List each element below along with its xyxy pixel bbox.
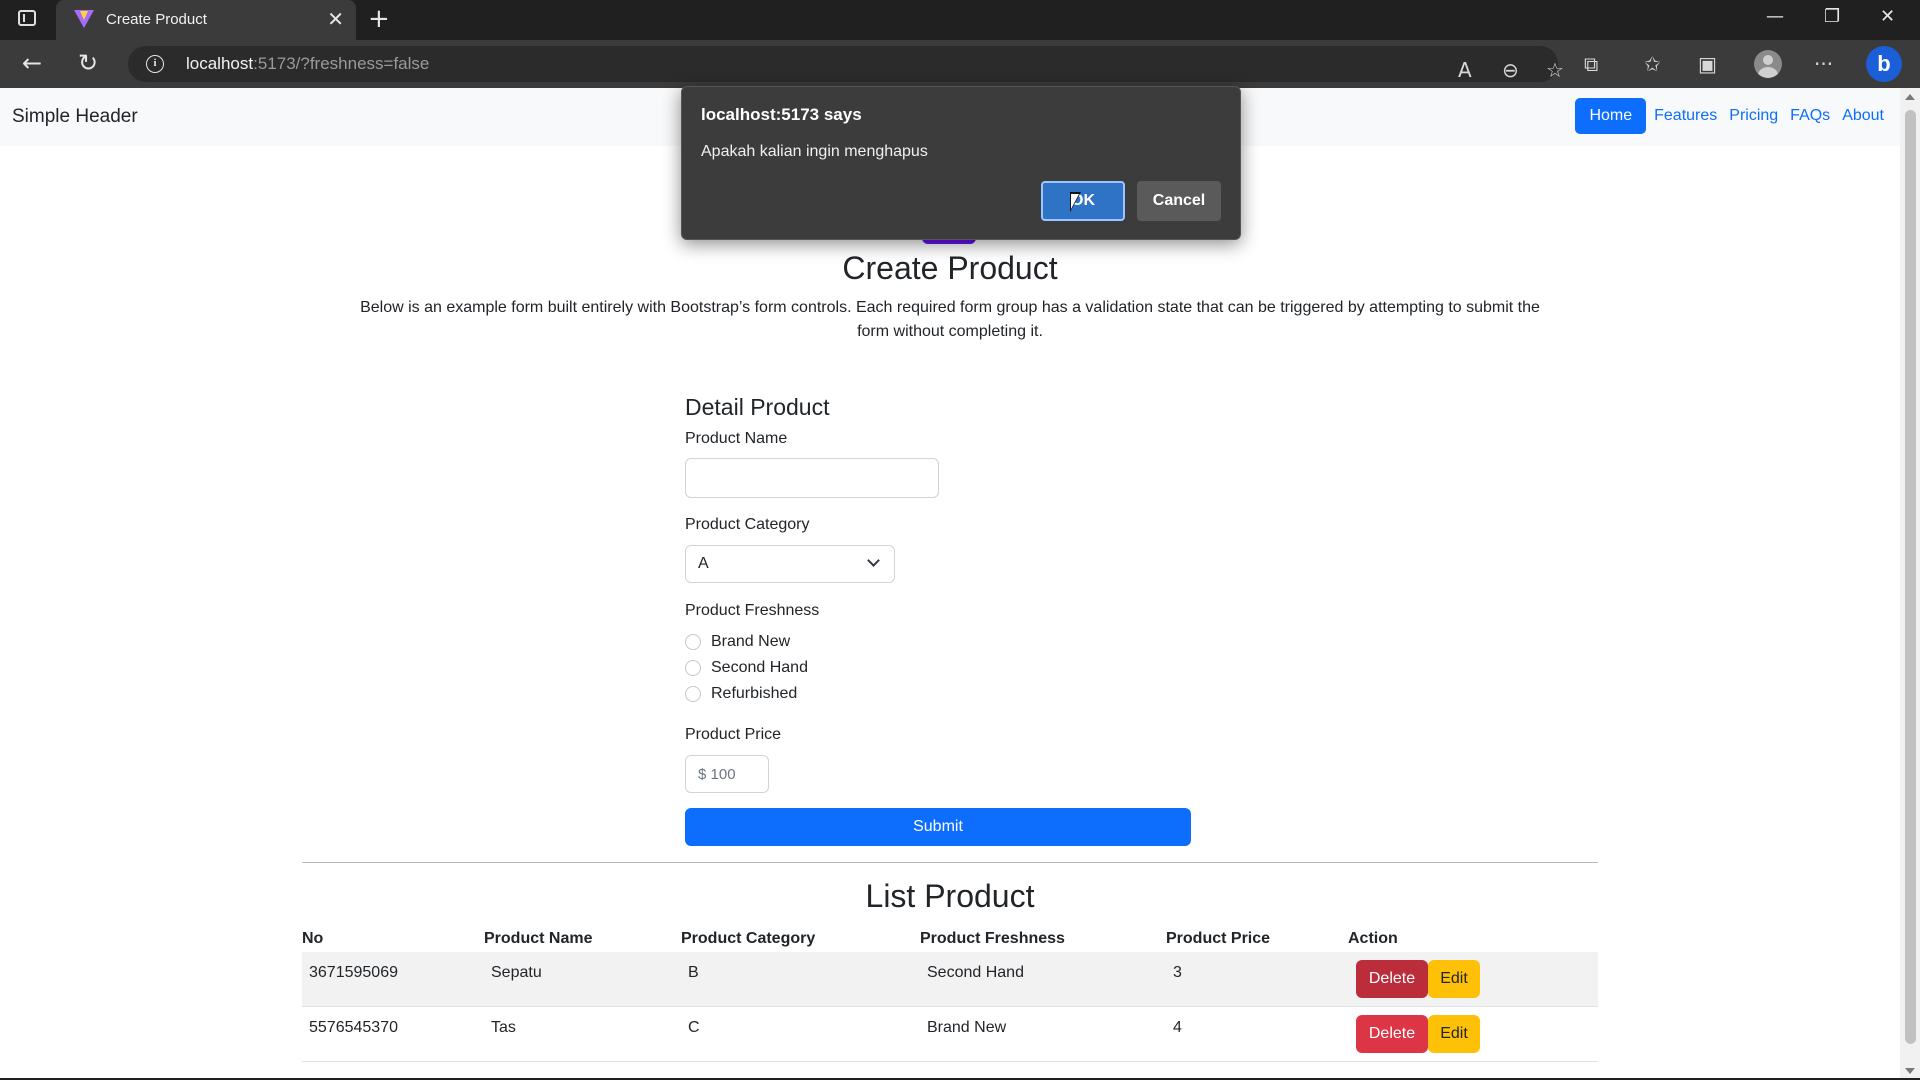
nav-faqs[interactable]: FAQs [1786,101,1834,131]
browser-toolbar: ← ↻ i localhost:5173/?freshness=false A … [0,40,1920,88]
cell-price: 3 [1173,964,1182,981]
browser-tab[interactable]: Create Product ✕ [56,0,356,40]
address-bar[interactable]: i localhost:5173/?freshness=false A ⊖ ☆ [128,46,1564,82]
new-tab-icon[interactable]: + [368,6,390,32]
restore-icon[interactable]: ❐ [1824,6,1840,27]
nav-features[interactable]: Features [1650,101,1721,131]
delete-button[interactable]: Delete [1356,960,1428,998]
submit-button[interactable]: Submit [685,808,1191,846]
radio-second-hand[interactable] [685,660,701,676]
cell-no: 3671595069 [309,964,398,981]
product-price-input[interactable]: $ 100 [685,755,769,793]
cell-name: Tas [491,1019,516,1036]
cell-price: 4 [1173,1019,1182,1036]
section-divider [302,862,1598,863]
nav-pricing[interactable]: Pricing [1725,101,1782,131]
table-header: No Product Name Product Category Product… [302,926,1598,952]
product-category-label: Product Category [685,516,810,533]
col-product-category: Product Category [681,930,816,947]
edit-button[interactable]: Edit [1428,960,1480,998]
profile-avatar-icon[interactable] [1754,50,1782,78]
page-title: Create Product [842,250,1058,286]
favorites-icon[interactable]: ✩ [1644,52,1661,76]
col-product-price: Product Price [1166,930,1271,947]
product-category-select[interactable]: A [685,545,895,583]
read-aloud-icon[interactable]: A [1458,58,1472,82]
cell-no: 5576545370 [309,1019,398,1036]
back-icon[interactable]: ← [22,48,42,78]
col-product-freshness: Product Freshness [920,930,1065,947]
page-description: Below is an example form built entirely … [360,299,1540,340]
url-text[interactable]: localhost:5173/?freshness=false [186,54,429,74]
add-favorite-icon[interactable]: ☆ [1546,58,1564,82]
copilot-icon[interactable]: b [1866,46,1902,82]
tab-close-icon[interactable]: ✕ [327,8,344,30]
dialog-ok-button[interactable]: OK [1041,181,1125,221]
zoom-out-icon[interactable]: ⊖ [1502,58,1519,82]
radio-refurbished[interactable] [685,686,701,702]
extensions-icon[interactable]: ⧉ [1584,52,1598,76]
product-table: No Product Name Product Category Product… [302,926,1598,1062]
edit-button[interactable]: Edit [1428,1015,1480,1053]
col-no: No [302,930,324,947]
radio-label: Refurbished [711,685,798,702]
cell-category: C [688,1019,700,1036]
product-freshness-label: Product Freshness [685,602,820,619]
vite-favicon-icon [74,10,94,28]
form-section-title: Detail Product [685,394,830,420]
list-title: List Product [865,878,1035,914]
brand[interactable]: Simple Header [12,106,138,128]
page-scrollbar[interactable] [1900,88,1920,1080]
cell-category: B [688,964,699,981]
freshness-option-refurbished[interactable]: Refurbished [685,685,797,703]
collections-icon[interactable]: ▣ [1698,52,1717,76]
main-nav: Home Features Pricing FAQs About [1575,98,1888,134]
product-name-label: Product Name [685,430,788,447]
tab-title: Create Product [106,11,207,28]
product-name-input[interactable] [685,458,939,498]
radio-label: Second Hand [711,659,808,676]
dialog-message: Apakah kalian ingin menghapus [701,143,928,160]
delete-button[interactable]: Delete [1356,1015,1428,1053]
product-category-value: A [698,555,709,572]
cell-name: Sepatu [491,964,542,981]
radio-brand-new[interactable] [685,634,701,650]
cell-freshness: Second Hand [927,964,1024,981]
freshness-option-second-hand[interactable]: Second Hand [685,659,808,677]
site-info-icon[interactable]: i [146,55,164,73]
nav-home[interactable]: Home [1575,98,1647,134]
scroll-up-icon[interactable] [1905,94,1915,100]
mouse-cursor-icon [1070,192,1081,212]
radio-label: Brand New [711,633,791,650]
tab-actions-icon[interactable] [18,10,42,30]
dialog-cancel-button[interactable]: Cancel [1137,181,1221,221]
minimize-icon[interactable]: — [1766,6,1784,27]
table-row: 3671595069 Sepatu B Second Hand 3 Delete… [302,952,1598,1007]
browser-tab-bar: Create Product ✕ + — ❐ ✕ [0,0,1920,40]
dialog-title: localhost:5173 says [701,105,862,124]
confirm-dialog: localhost:5173 says Apakah kalian ingin … [681,86,1241,240]
col-product-name: Product Name [484,930,593,947]
product-price-label: Product Price [685,726,782,743]
table-row: 5576545370 Tas C Brand New 4 Delete Edit [302,1007,1598,1062]
window-close-icon[interactable]: ✕ [1880,6,1895,27]
refresh-icon[interactable]: ↻ [78,48,98,78]
col-action: Action [1348,930,1398,947]
scroll-down-icon[interactable] [1905,1068,1915,1074]
more-menu-icon[interactable]: ··· [1814,52,1833,76]
chevron-down-icon [867,554,880,567]
nav-about[interactable]: About [1838,101,1888,131]
cell-freshness: Brand New [927,1019,1007,1036]
scroll-thumb[interactable] [1905,110,1916,1044]
freshness-option-brand-new[interactable]: Brand New [685,633,790,651]
